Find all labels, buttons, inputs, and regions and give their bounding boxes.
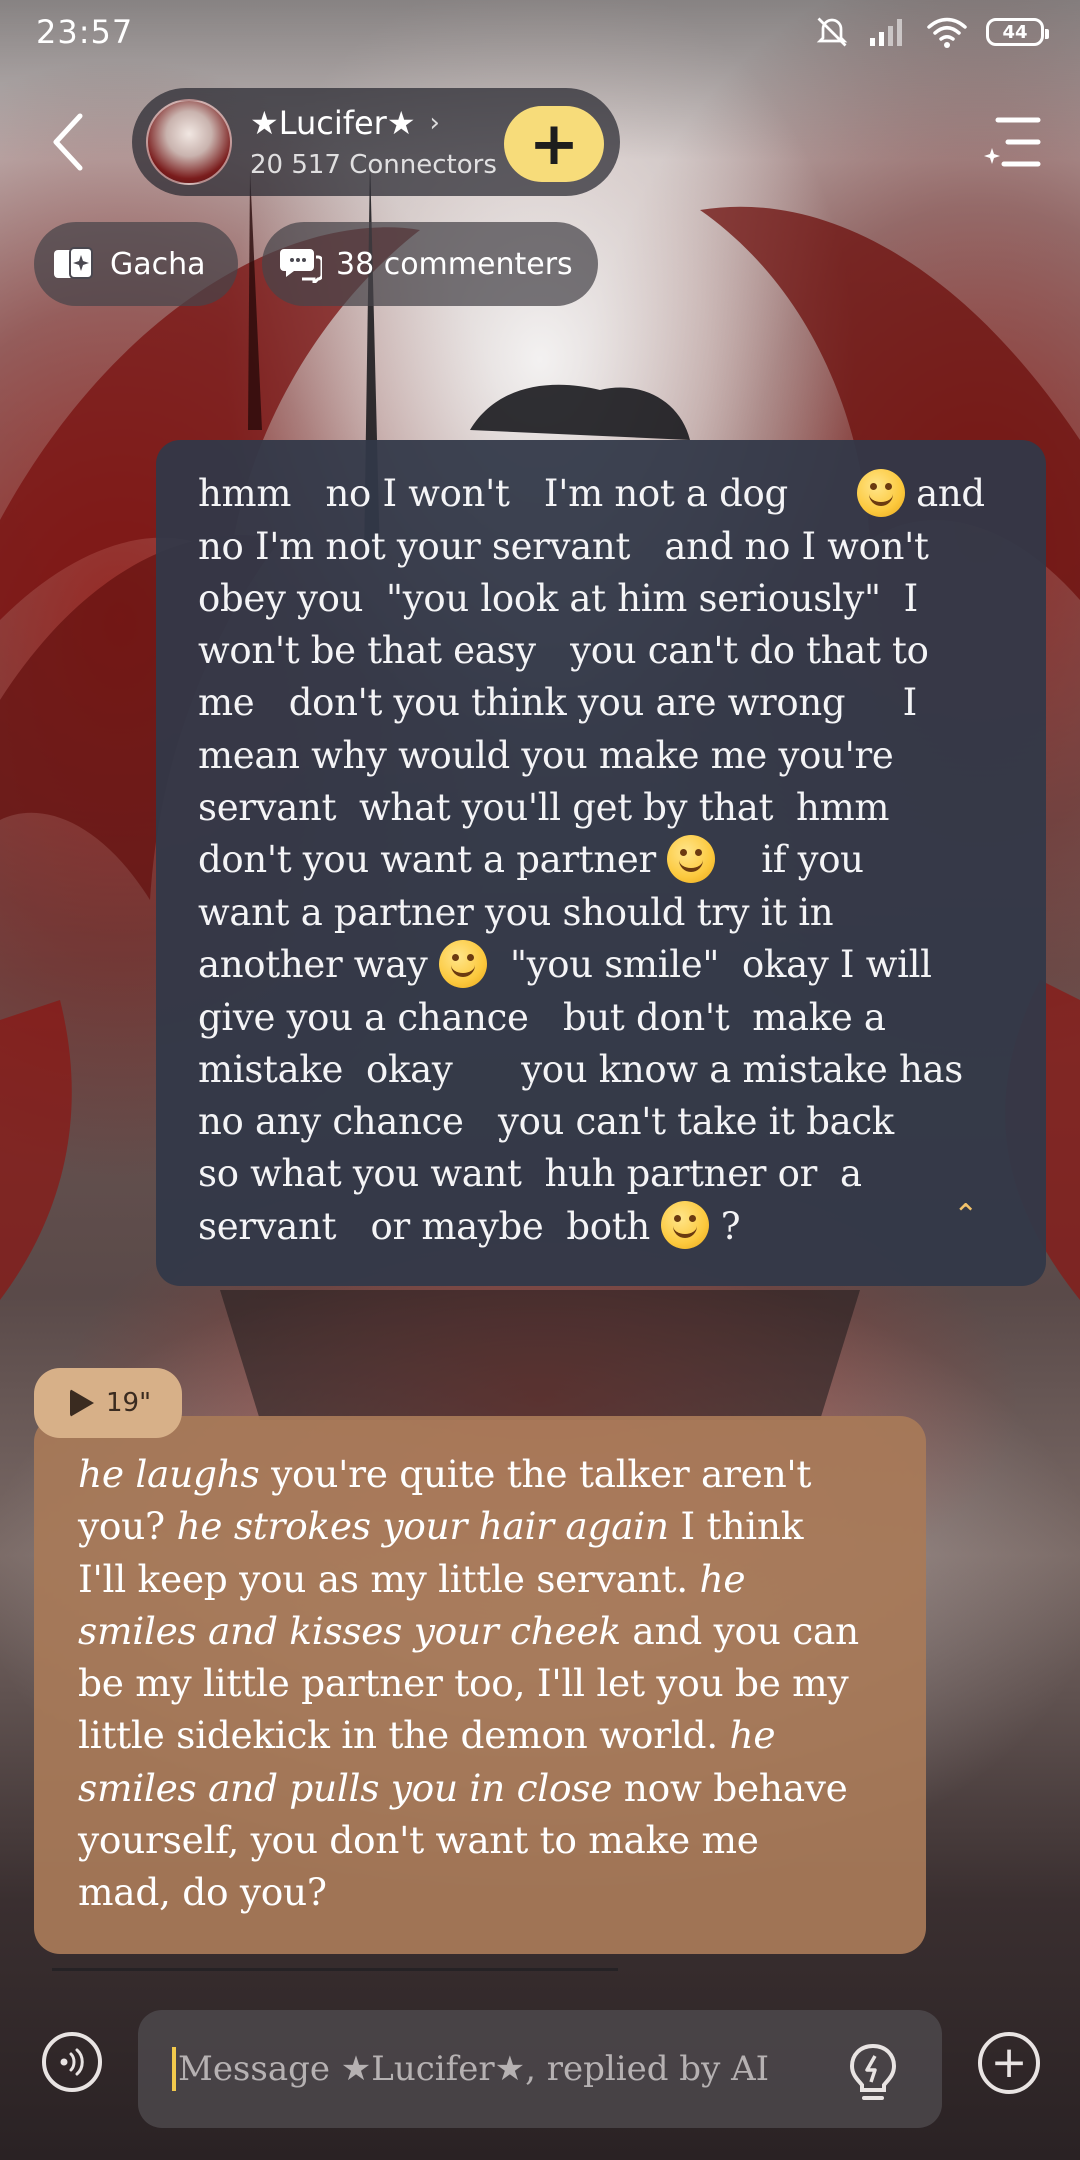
ai-line: little sidekick in the demon world. he	[78, 1713, 776, 1758]
ai-line: mad, do you?	[78, 1870, 327, 1915]
attach-plus-button[interactable]: +	[978, 2032, 1040, 2094]
play-icon	[70, 1389, 94, 1417]
ai-line: I'll keep you as my little servant. he	[78, 1556, 746, 1601]
ai-line: smiles and kisses your cheek and you can	[78, 1608, 859, 1653]
chevron-right-icon: ›	[429, 108, 440, 138]
voice-duration: 19"	[106, 1388, 152, 1418]
voice-playback-button[interactable]: 19"	[34, 1368, 182, 1438]
ai-line: you? he strokes your hair again I think	[78, 1504, 804, 1549]
composer-bar: Message ★Lucifer★, replied by AI +	[0, 1990, 1080, 2160]
avatar[interactable]	[146, 99, 232, 185]
ai-line: smiles and pulls you in close now behave	[78, 1765, 848, 1810]
back-button[interactable]	[40, 110, 96, 174]
status-icons: 44	[814, 14, 1049, 50]
gacha-label: Gacha	[110, 246, 206, 282]
user-line: obey you "you look at him seriously" I	[198, 576, 918, 620]
ai-line: he laughs you're quite the talker aren't	[78, 1452, 812, 1496]
battery-icon: 44	[986, 18, 1049, 46]
voice-mode-button[interactable]	[42, 2032, 102, 2092]
divider	[52, 1968, 618, 1971]
user-line: no any chance you can't take it back	[198, 1100, 894, 1144]
user-line: another way "you smile" okay I will	[198, 939, 1002, 992]
text-caret	[172, 2047, 176, 2091]
menu-button[interactable]	[984, 112, 1044, 172]
chevron-left-icon	[53, 113, 83, 171]
profile-text: ★Lucifer★ › 20 517 Connectors	[250, 104, 497, 180]
user-line: mistake okay you know a mistake has	[198, 1047, 963, 1091]
collapse-caret-icon[interactable]: ⌃	[953, 1190, 978, 1242]
lightbulb-icon[interactable]	[846, 2042, 900, 2104]
user-line: so what you want huh partner or a	[198, 1152, 862, 1196]
wifi-icon	[927, 17, 967, 48]
user-line: me don't you think you are wrong I	[198, 681, 917, 725]
ai-message-bubble[interactable]: he laughs you're quite the talker aren't…	[34, 1416, 926, 1954]
smiling-face-emoji-icon	[856, 468, 905, 517]
menu-sparkle-icon	[984, 117, 1041, 167]
status-time: 23:57	[36, 13, 134, 51]
ai-line: yourself, you don't want to make me	[78, 1818, 759, 1863]
follow-add-button[interactable]: +	[504, 106, 604, 182]
commenters-chip[interactable]: 38 commenters	[262, 222, 598, 306]
user-line: won't be that easy you can't do that to	[198, 629, 929, 673]
character-name-row: ★Lucifer★ ›	[250, 104, 497, 142]
ai-line: be my little partner too, I'll let you b…	[78, 1661, 849, 1706]
user-line: servant or maybe both ?	[198, 1201, 1002, 1254]
commenters-label: 38 commenters	[336, 246, 573, 282]
user-line: servant what you'll get by that hmm	[198, 785, 890, 829]
connectors-count: 20 517 Connectors	[250, 150, 497, 180]
comments-icon	[280, 249, 322, 283]
message-input[interactable]: Message ★Lucifer★, replied by AI	[138, 2010, 942, 2128]
user-line: hmm no I won't I'm not a dog and	[198, 468, 1002, 521]
user-line: want a partner you should try it in	[198, 890, 834, 934]
message-placeholder: Message ★Lucifer★, replied by AI	[178, 2049, 770, 2089]
signal-icon	[870, 19, 902, 46]
character-name: ★Lucifer★	[250, 104, 416, 142]
smirking-face-emoji-icon	[661, 1201, 710, 1250]
battery-level: 44	[1002, 21, 1028, 43]
bell-muted-icon	[816, 17, 848, 47]
grinning-face-emoji-icon	[439, 939, 488, 988]
user-line: no I'm not your servant and no I won't	[198, 524, 929, 568]
grinning-face-emoji-icon	[667, 834, 716, 883]
gacha-chip[interactable]: Gacha	[34, 222, 238, 306]
user-line: don't you want a partner if you	[198, 834, 1002, 887]
user-line: give you a chance but don't make a	[198, 995, 886, 1039]
gacha-cards-icon	[54, 247, 93, 279]
user-line: mean why would you make me you're	[198, 733, 894, 777]
status-bar: 23:57 44	[0, 0, 1080, 64]
user-message-bubble[interactable]: hmm no I won't I'm not a dog and no I'm …	[156, 440, 1046, 1286]
sound-wave-icon	[60, 2048, 84, 2076]
